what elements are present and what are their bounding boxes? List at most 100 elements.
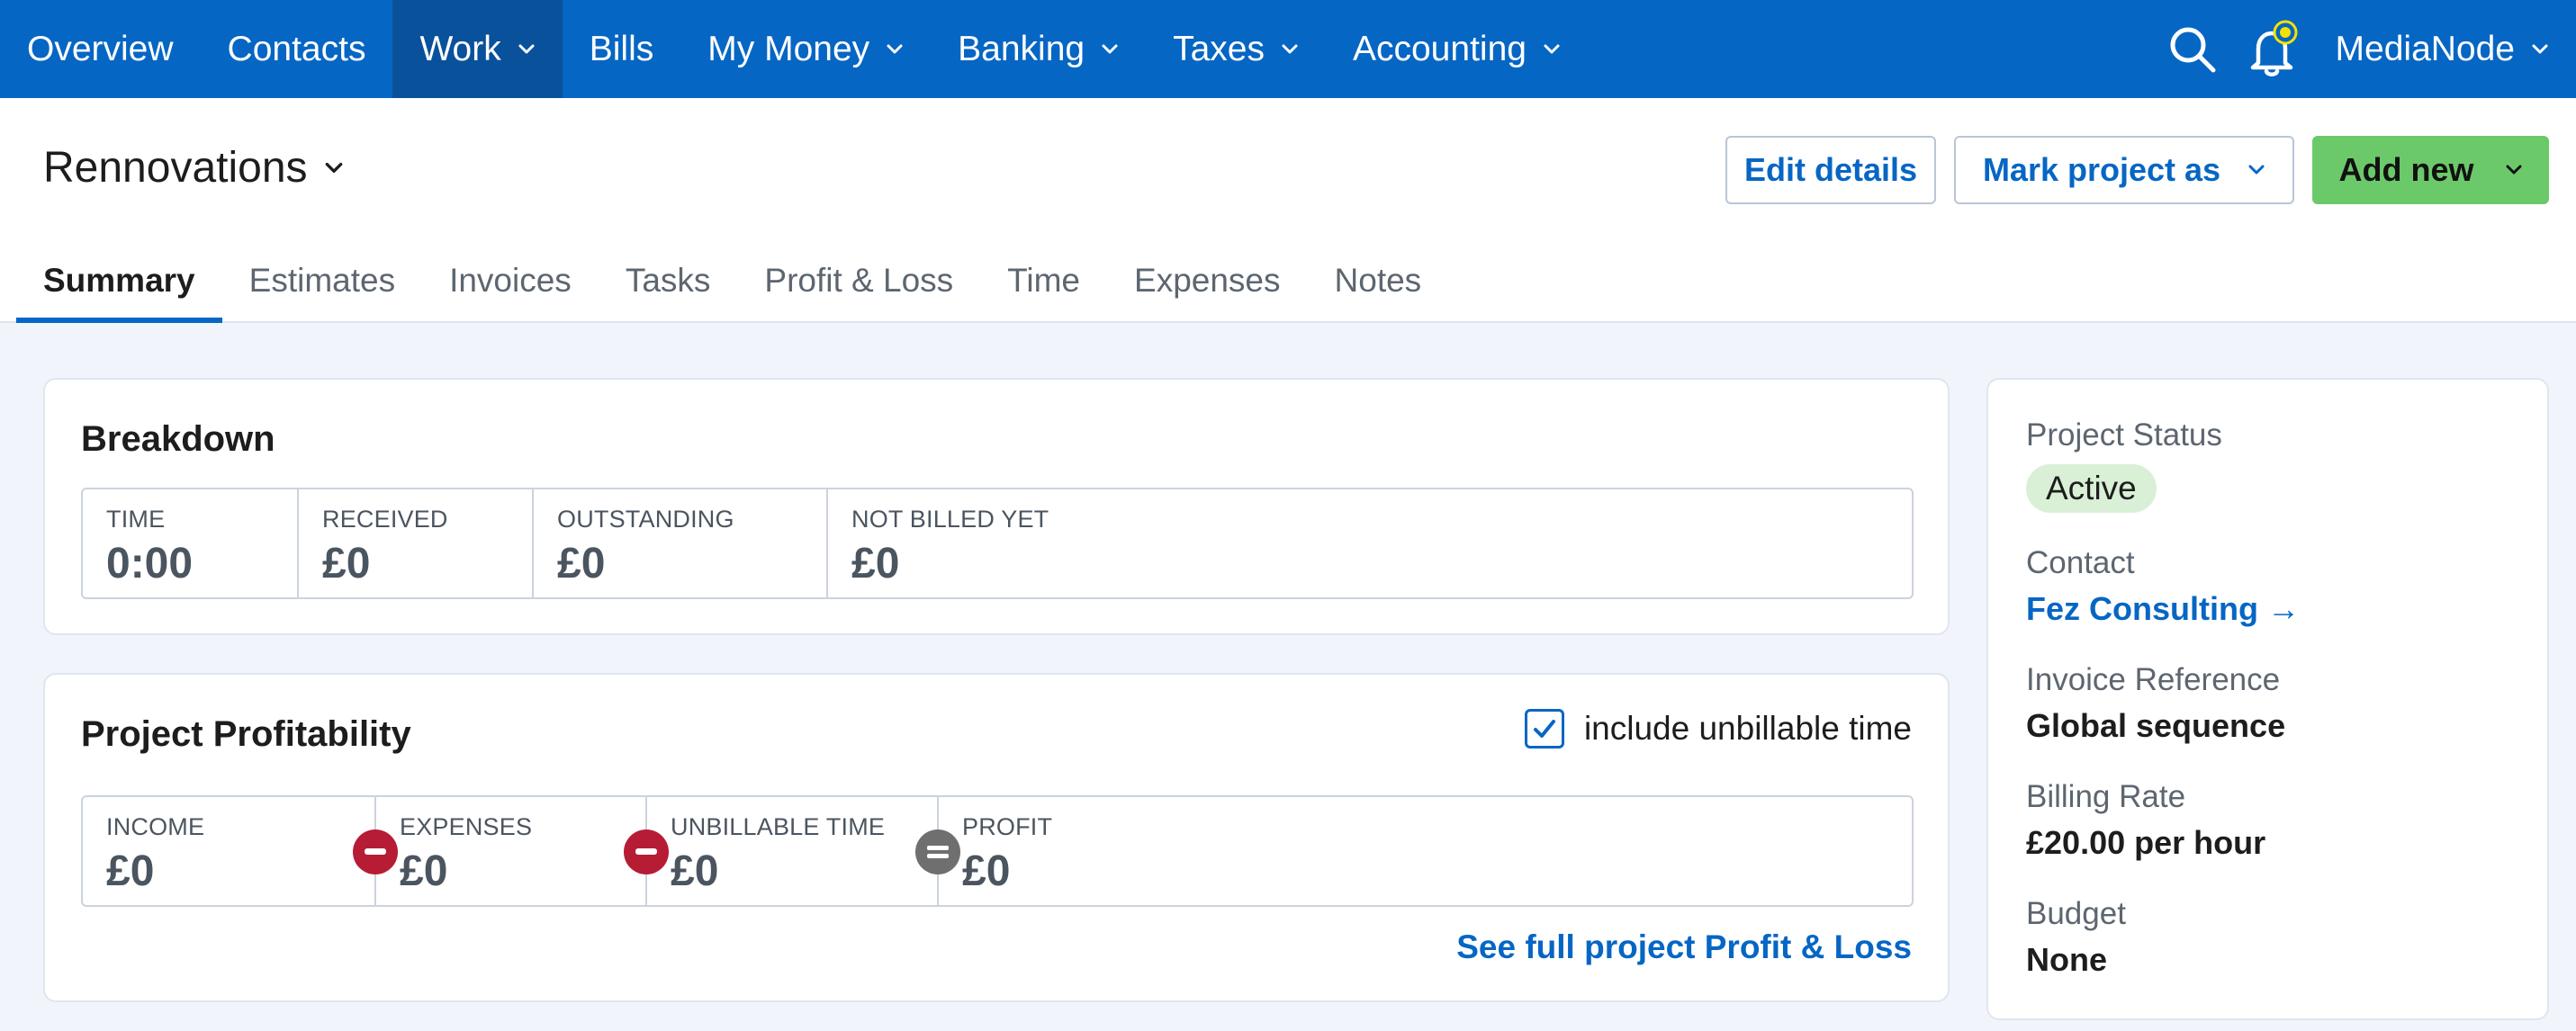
project-header: Rennovations Edit details Mark project a…	[0, 98, 2576, 323]
search-button[interactable]	[2152, 0, 2233, 98]
profitability-stats: INCOME £0 EXPENSES £0 UNBILLABLE TIME £0…	[81, 795, 1914, 907]
budget-label: Budget	[2026, 896, 2126, 931]
billing-rate-field: Billing Rate £20.00 per hour	[2026, 779, 2265, 862]
nav-item-label: Banking	[958, 29, 1085, 68]
contact-link[interactable]: Fez Consulting →	[2026, 590, 2300, 628]
tab-profit-loss[interactable]: Profit & Loss	[737, 244, 980, 323]
profitability-title: Project Profitability	[81, 714, 411, 754]
stat-label: RECEIVED	[322, 506, 448, 533]
checkbox-label: include unbillable time	[1583, 710, 1912, 747]
tab-label: Expenses	[1134, 262, 1281, 299]
edit-details-button[interactable]: Edit details	[1725, 136, 1936, 204]
stat-label: EXPENSES	[400, 813, 533, 840]
mark-project-as-label: Mark project as	[1982, 151, 2221, 188]
stat-label: OUTSTANDING	[557, 506, 734, 533]
search-icon	[2170, 27, 2216, 72]
stat-label: NOT BILLED YET	[851, 506, 1049, 533]
stat-label: PROFIT	[962, 813, 1053, 840]
stat-value: £0	[557, 540, 606, 587]
tab-tasks[interactable]: Tasks	[599, 244, 738, 323]
tab-label: Notes	[1334, 262, 1422, 299]
budget-value: None	[2026, 941, 2107, 978]
stat-label: INCOME	[106, 813, 205, 840]
stat-value: £0	[106, 847, 155, 895]
top-navigation-bar: Overview Contacts Work Bills My Money Ba…	[0, 0, 2576, 98]
account-name: MediaNode	[2335, 29, 2515, 68]
nav-item-taxes[interactable]: Taxes	[1146, 0, 1326, 98]
stat-label: TIME	[106, 506, 166, 533]
stat-received: RECEIVED £0	[299, 489, 534, 597]
nav-item-overview[interactable]: Overview	[0, 0, 201, 98]
stat-value: £0	[322, 540, 371, 587]
project-title-dropdown[interactable]: Rennovations	[43, 143, 344, 193]
chevron-down-icon	[325, 162, 342, 173]
chevron-down-icon	[1282, 44, 1298, 53]
project-status-label: Project Status	[2026, 417, 2222, 453]
chevron-down-icon	[887, 44, 903, 53]
chevron-down-icon	[1102, 44, 1118, 53]
tab-label: Profit & Loss	[764, 262, 954, 299]
tab-label: Estimates	[248, 262, 396, 299]
include-unbillable-time-checkbox[interactable]: include unbillable time	[1524, 709, 1912, 749]
tab-invoices[interactable]: Invoices	[422, 244, 599, 323]
account-menu[interactable]: MediaNode	[2314, 30, 2576, 69]
invoice-reference-value: Global sequence	[2026, 707, 2286, 744]
billing-rate-value: £20.00 per hour	[2026, 824, 2266, 861]
notifications-button[interactable]	[2233, 0, 2314, 98]
checkbox-box[interactable]	[1524, 709, 1564, 749]
nav-item-label: Taxes	[1173, 29, 1265, 68]
tab-label: Invoices	[449, 262, 572, 299]
nav-item-banking[interactable]: Banking	[931, 0, 1146, 98]
breakdown-stats: TIME 0:00 RECEIVED £0 OUTSTANDING £0 NOT…	[81, 488, 1914, 599]
stat-unbillable-time: UNBILLABLE TIME £0	[647, 797, 960, 905]
stat-expenses: EXPENSES £0	[376, 797, 669, 905]
minus-operator-icon	[624, 829, 669, 874]
see-full-profit-loss-link[interactable]: See full project Profit & Loss	[1456, 928, 1912, 966]
nav-item-label: Contacts	[227, 29, 366, 68]
tab-label: Tasks	[625, 262, 711, 299]
project-status-field: Project Status Active	[2026, 417, 2222, 513]
billing-rate-label: Billing Rate	[2026, 779, 2186, 814]
invoice-reference-field: Invoice Reference Global sequence	[2026, 662, 2285, 745]
nav-item-work[interactable]: Work	[392, 0, 563, 98]
tab-estimates[interactable]: Estimates	[222, 244, 422, 323]
nav-item-bills[interactable]: Bills	[563, 0, 681, 98]
project-profitability-card: Project Profitability include unbillable…	[43, 673, 1950, 1002]
tab-label: Time	[1007, 262, 1081, 299]
chevron-down-icon	[1544, 44, 1560, 53]
stat-profit: PROFIT £0	[939, 797, 1912, 905]
add-new-button[interactable]: Add new	[2312, 136, 2549, 204]
stat-value: £0	[962, 847, 1011, 895]
tab-expenses[interactable]: Expenses	[1107, 244, 1308, 323]
stat-value: £0	[671, 847, 719, 895]
minus-operator-icon	[353, 829, 398, 874]
nav-item-contacts[interactable]: Contacts	[201, 0, 393, 98]
nav-item-label: Work	[419, 29, 501, 68]
contact-label: Contact	[2026, 545, 2135, 580]
chevron-down-icon	[2532, 44, 2548, 53]
nav-item-my-money[interactable]: My Money	[680, 0, 931, 98]
breakdown-card: Breakdown TIME 0:00 RECEIVED £0 OUTSTAND…	[43, 378, 1950, 635]
contact-field: Contact Fez Consulting →	[2026, 545, 2300, 628]
tab-summary[interactable]: Summary	[16, 244, 222, 323]
stat-income: INCOME £0	[83, 797, 398, 905]
stat-outstanding: OUTSTANDING £0	[534, 489, 828, 597]
checkmark-icon	[1533, 720, 1555, 738]
stat-value: £0	[851, 540, 900, 587]
stat-not-billed-yet: NOT BILLED YET £0	[828, 489, 1912, 597]
tab-notes[interactable]: Notes	[1308, 244, 1449, 323]
edit-details-label: Edit details	[1743, 151, 1918, 188]
project-details-card: Project Status Active Contact Fez Consul…	[1986, 378, 2549, 1020]
mark-project-as-button[interactable]: Mark project as	[1954, 136, 2294, 204]
add-new-label: Add new	[2338, 151, 2474, 188]
nav-item-label: Accounting	[1352, 29, 1527, 68]
nav-right-group: MediaNode	[2152, 0, 2576, 98]
stat-time: TIME 0:00	[83, 489, 299, 597]
stat-value: £0	[400, 847, 448, 895]
stat-value: 0:00	[106, 540, 194, 587]
nav-item-label: Overview	[27, 29, 174, 68]
chevron-down-icon	[2506, 165, 2521, 175]
nav-item-label: My Money	[707, 29, 870, 68]
nav-item-accounting[interactable]: Accounting	[1326, 0, 1588, 98]
tab-time[interactable]: Time	[980, 244, 1107, 323]
